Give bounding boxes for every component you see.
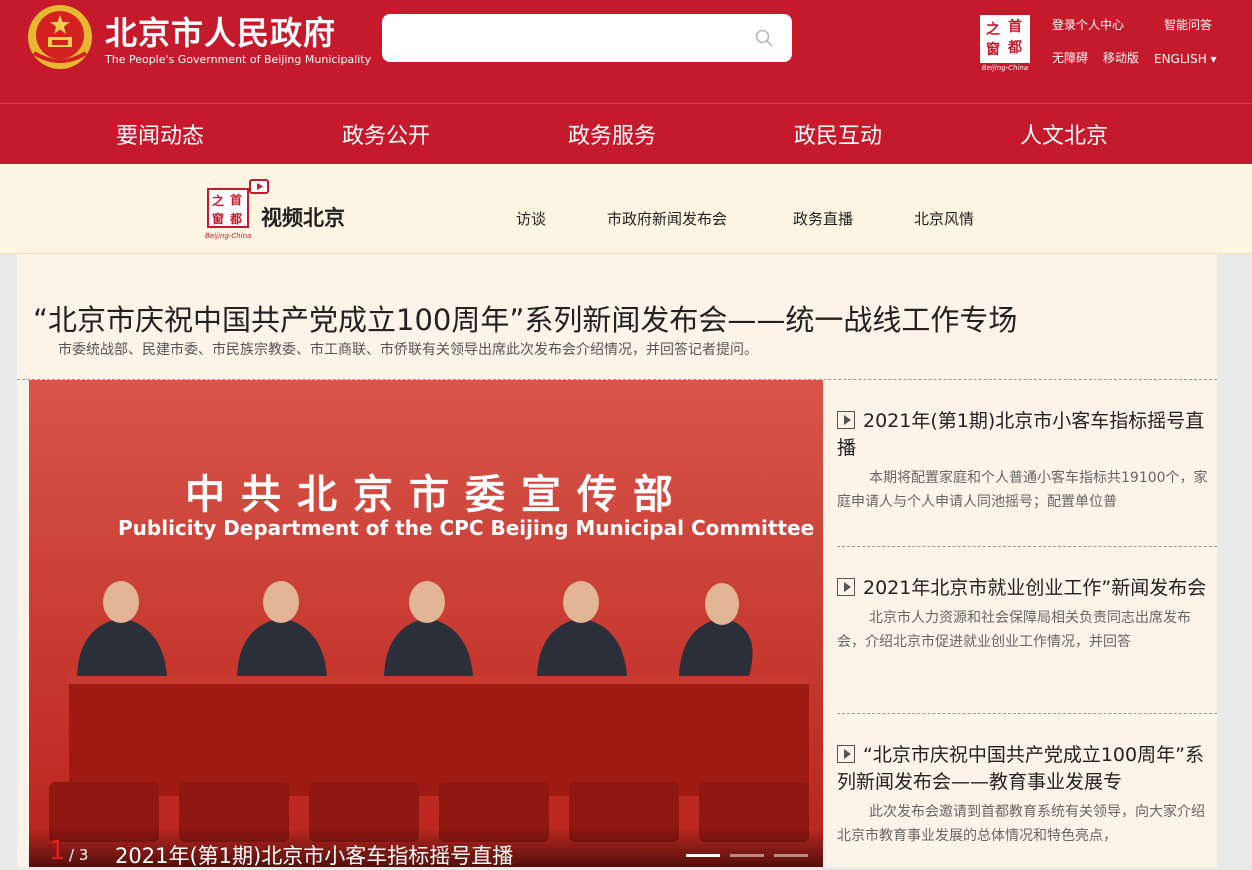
slider-total: / 3 [69, 846, 89, 864]
brand-char: 之 [986, 22, 1000, 38]
slider-current-index: 1 [49, 836, 66, 866]
slider-dot-1[interactable] [686, 854, 720, 857]
video-logo-char: 窗 [212, 212, 225, 226]
shoudu-zhichuang-box: 之 首 窗 都 [980, 15, 1030, 63]
slider-caption[interactable]: 2021年(第1期)北京市小客车指标摇号直播 [115, 840, 513, 870]
play-icon [837, 745, 855, 763]
press-conference-photo [29, 380, 823, 867]
shoudu-zhichuang-logo[interactable]: 之 首 窗 都 Beijing-China [978, 15, 1032, 73]
national-emblem-icon[interactable] [26, 3, 94, 71]
backdrop-en-text: Publicity Department of the CPC Beijing … [118, 516, 815, 540]
slider-dot-2[interactable] [730, 854, 764, 857]
accessibility-link[interactable]: 无障碍 [1052, 49, 1088, 66]
slider-image[interactable]: 中共北京市委宣传部 Publicity Department of the CP… [29, 380, 823, 867]
main-nav: 要闻动态 政务公开 政务服务 政民互动 人文北京 [0, 103, 1252, 164]
video-logo-char: 之 [212, 194, 225, 208]
video-logo-char: 首 [230, 193, 243, 207]
play-icon [837, 578, 855, 596]
video-logo-box: 之 首 窗 都 [207, 188, 249, 228]
video-logo-text: 视频北京 [261, 206, 345, 230]
news-item[interactable]: 2021年北京市就业创业工作”新闻发布会 北京市人力资源和社会保障局相关负责同志… [837, 575, 1217, 654]
mobile-link[interactable]: 移动版 [1103, 49, 1139, 66]
nav-item-services[interactable]: 政务服务 [568, 118, 656, 150]
video-beijing-logo[interactable]: 之 首 窗 都 视频北京 Beijing-China [205, 174, 350, 242]
tv-icon [249, 179, 269, 194]
video-item-live[interactable]: 政务直播 [793, 208, 853, 229]
login-link[interactable]: 登录个人中心 [1052, 16, 1124, 33]
video-item-scenery[interactable]: 北京风情 [914, 208, 974, 229]
news-divider [837, 546, 1217, 547]
brand-char: 首 [1008, 19, 1022, 35]
video-logo-char: 都 [230, 212, 243, 226]
brand-text: Beijing-China [981, 64, 1029, 72]
nav-item-interaction[interactable]: 政民互动 [794, 118, 882, 150]
news-description: 此次发布会邀请到首都教育系统有关领导，向大家介绍北京市教育事业发展的总体情况和特… [837, 804, 1205, 844]
news-title[interactable]: “北京市庆祝中国共产党成立100周年”系列新闻发布会——教育事业发展专 [837, 742, 1217, 796]
feature-title[interactable]: “北京市庆祝中国共产党成立100周年”系列新闻发布会——统一战线工作专场 [33, 297, 1017, 339]
nav-item-gov-affairs[interactable]: 政务公开 [342, 118, 430, 150]
site-header: 北京市人民政府 The People's Government of Beiji… [0, 0, 1252, 103]
news-divider [837, 713, 1217, 714]
slider-dot-3[interactable] [774, 854, 808, 857]
site-title[interactable]: 北京市人民政府 [105, 8, 336, 54]
news-description: 北京市人力资源和社会保障局相关负责同志出席发布会，介绍北京市促进就业创业工作情况… [837, 610, 1191, 650]
search-input[interactable] [396, 24, 736, 52]
search-box[interactable] [382, 14, 792, 62]
brand-char: 窗 [986, 42, 1000, 58]
backdrop-cn-text: 中共北京市委宣传部 [185, 472, 689, 518]
news-title[interactable]: 2021年北京市就业创业工作”新闻发布会 [837, 575, 1217, 602]
site-subtitle[interactable]: The People's Government of Beijing Munic… [105, 53, 371, 66]
video-item-press-conference[interactable]: 市政府新闻发布会 [607, 208, 727, 229]
play-icon [837, 411, 855, 429]
news-item[interactable]: 2021年(第1期)北京市小客车指标摇号直播 本期将配置家庭和个人普通小客车指标… [837, 408, 1217, 514]
news-item[interactable]: “北京市庆祝中国共产党成立100周年”系列新闻发布会——教育事业发展专 此次发布… [837, 742, 1217, 848]
english-link[interactable]: ENGLISH ▾ [1154, 52, 1217, 66]
feature-description: 市委统战部、民建市委、市民族宗教委、市工商联、市侨联有关领导出席此次发布会介绍情… [58, 342, 758, 358]
news-description: 本期将配置家庭和个人普通小客车指标共19100个，家庭申请人与个人申请人同池摇号… [837, 470, 1208, 510]
video-item-interview[interactable]: 访谈 [516, 208, 546, 229]
brand-char: 都 [1008, 40, 1022, 56]
nav-item-news[interactable]: 要闻动态 [116, 118, 204, 150]
news-title[interactable]: 2021年(第1期)北京市小客车指标摇号直播 [837, 408, 1217, 462]
search-icon[interactable] [754, 28, 774, 48]
nav-item-culture[interactable]: 人文北京 [1020, 118, 1108, 150]
video-logo-subtext: Beijing-China [205, 232, 252, 240]
smart-qa-link[interactable]: 智能问答 [1164, 16, 1212, 33]
